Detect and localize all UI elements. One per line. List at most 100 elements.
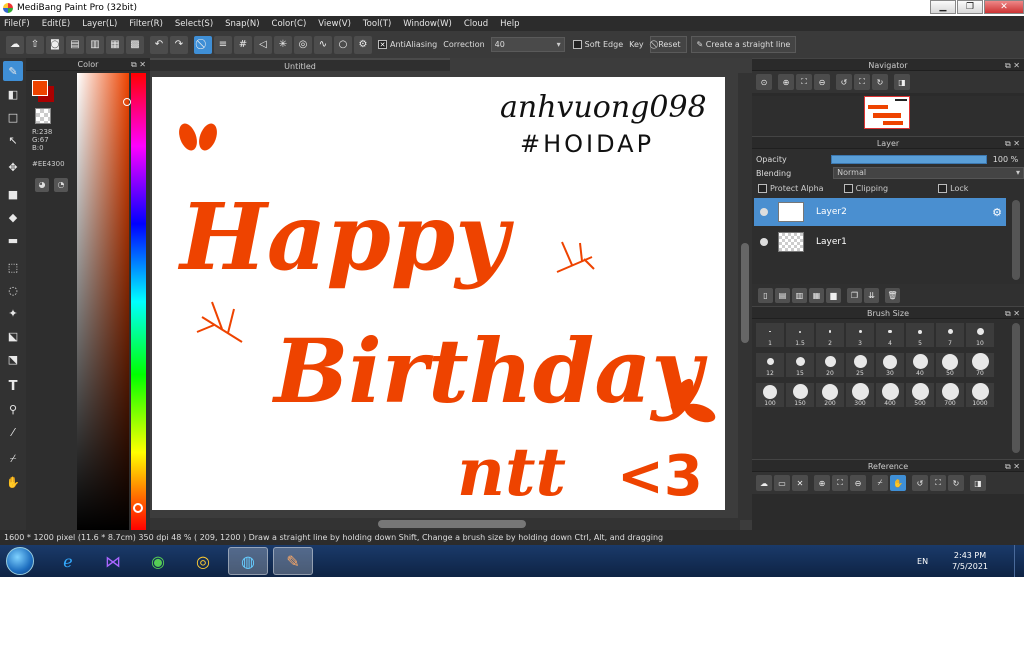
zoom-out-icon[interactable]: ⊖	[814, 74, 830, 90]
rotate-left-icon[interactable]: ↺	[836, 74, 852, 90]
maximize-button[interactable]: ❐	[957, 0, 983, 14]
menu-select[interactable]: Select(S)	[175, 19, 213, 29]
protect-alpha-option[interactable]: Protect Alpha	[758, 183, 824, 193]
brush-size-cell[interactable]: 5	[906, 323, 934, 347]
brush-size-cell[interactable]: 40	[906, 353, 934, 377]
reference-open-icon[interactable]: ▭	[774, 475, 790, 491]
undo-icon[interactable]: ↶	[150, 35, 168, 54]
menu-help[interactable]: Help	[500, 19, 519, 29]
menu-color[interactable]: Color(C)	[272, 19, 307, 29]
reference-hand-icon[interactable]: ✋	[890, 475, 906, 491]
lock-checkbox[interactable]	[938, 183, 948, 193]
select-eraser-tool-icon[interactable]: ⬔	[3, 349, 23, 369]
clock[interactable]: 2:43 PM 7/5/2021	[952, 550, 988, 572]
snap-parallel-icon[interactable]: ≡	[214, 35, 232, 54]
snap-vanish-icon[interactable]: ◁	[254, 35, 272, 54]
bucket-tool-icon[interactable]: ◆	[3, 207, 23, 227]
visibility-eye-icon[interactable]	[760, 208, 768, 216]
panel-float-close-icon[interactable]: ⧉ ✕	[131, 58, 146, 71]
zoom-in-icon[interactable]: ⊕	[778, 74, 794, 90]
new-1bit-layer-icon[interactable]: ▦	[809, 287, 824, 303]
menu-tool[interactable]: Tool(T)	[363, 19, 391, 29]
hue-slider[interactable]	[131, 73, 146, 530]
correction-select[interactable]: 40	[490, 37, 565, 52]
zoom-actual-icon[interactable]: ⊙	[756, 74, 772, 90]
brush-size-cell[interactable]: 7	[936, 323, 964, 347]
vscroll-thumb[interactable]	[741, 243, 749, 343]
reset-button[interactable]: ⃠ Reset	[649, 36, 687, 53]
navigator-float-close-icon[interactable]: ⧉ ✕	[1005, 59, 1020, 72]
brush-size-cell[interactable]: 100	[756, 383, 784, 407]
menu-layer[interactable]: Layer(L)	[82, 19, 117, 29]
brush-size-cell[interactable]: 15	[786, 353, 814, 377]
lasso-tool-icon[interactable]: ◌	[3, 280, 23, 300]
text-tool-icon[interactable]: T	[3, 376, 23, 396]
brush-size-cell[interactable]: 300	[846, 383, 874, 407]
brush-size-cell[interactable]: 25	[846, 353, 874, 377]
chrome-icon[interactable]: ◎	[183, 547, 223, 575]
start-button-icon[interactable]	[6, 547, 34, 575]
reference-zoom-in-icon[interactable]: ⊕	[814, 475, 830, 491]
brush-size-cell[interactable]: 150	[786, 383, 814, 407]
new-halftone-layer-icon[interactable]: ▤	[775, 287, 790, 303]
duplicate-layer-icon[interactable]: ❐	[847, 287, 862, 303]
reference-rotate-fit-icon[interactable]: ⛶	[930, 475, 946, 491]
input-language[interactable]: EN	[917, 557, 928, 566]
new-8bit-layer-icon[interactable]: ▥	[792, 287, 807, 303]
operation-tool-icon[interactable]: ⚲	[3, 399, 23, 419]
snap-curve-icon[interactable]: ∿	[314, 35, 332, 54]
reference-close-icon[interactable]: ✕	[792, 475, 808, 491]
navigator-thumbnail[interactable]	[864, 96, 910, 129]
minimize-button[interactable]: ▁	[930, 0, 956, 14]
hscroll-thumb[interactable]	[378, 520, 526, 528]
blending-select[interactable]: Normal	[833, 167, 1024, 179]
brush-size-cell[interactable]: 30	[876, 353, 904, 377]
brush-size-cell[interactable]: 70	[966, 353, 994, 377]
reference-float-close-icon[interactable]: ⧉ ✕	[1005, 460, 1020, 473]
brush-size-cell[interactable]: 500	[906, 383, 934, 407]
reference-cloud-icon[interactable]: ☁	[756, 475, 772, 491]
foreground-color-swatch[interactable]	[32, 80, 48, 96]
canvas-vertical-scrollbar[interactable]	[738, 73, 752, 520]
canvas-horizontal-scrollbar[interactable]	[150, 518, 740, 530]
document-tab[interactable]: Untitled	[150, 58, 450, 71]
brush-size-cell[interactable]: 1	[756, 323, 784, 347]
fit-screen-icon[interactable]: ⛶	[796, 74, 812, 90]
brush-size-cell[interactable]: 3	[846, 323, 874, 347]
clipping-option[interactable]: Clipping	[843, 183, 888, 193]
gradient-tool-icon[interactable]: ▬	[3, 230, 23, 250]
new-folder-icon[interactable]: ▆	[826, 287, 841, 303]
eyedropper-tool-icon[interactable]: ⌿	[3, 449, 23, 469]
reference-fit-icon[interactable]: ⛶	[832, 475, 848, 491]
layer-settings-gear-icon[interactable]: ⚙	[992, 206, 1002, 219]
grid-icon[interactable]: ▩	[126, 35, 144, 54]
merge-down-icon[interactable]: ⇊	[864, 287, 879, 303]
upload-icon[interactable]: ⇧	[26, 35, 44, 54]
visual-studio-icon[interactable]: ⋈	[93, 547, 133, 575]
protect-alpha-checkbox[interactable]	[758, 183, 767, 193]
brush-tool-icon[interactable]: ✎	[3, 61, 23, 81]
reference-flip-icon[interactable]: ◨	[970, 475, 986, 491]
layer-item[interactable]: Layer2 ⚙	[754, 198, 1006, 226]
snap-settings-icon[interactable]: ⚙	[354, 35, 372, 54]
color-history-icon[interactable]: ◔	[54, 178, 68, 192]
create-straight-line-button[interactable]: ✎ Create a straight line	[690, 36, 797, 53]
show-desktop-button[interactable]	[1014, 545, 1024, 577]
select-rect-tool-icon[interactable]: ⬚	[3, 257, 23, 277]
snap-off-icon[interactable]: ⃠	[194, 35, 212, 54]
new-layer-icon[interactable]: ▯	[758, 287, 773, 303]
layer-item[interactable]: Layer1	[754, 228, 1006, 256]
soft-edge-checkbox[interactable]	[572, 40, 582, 49]
fill-shape-tool-icon[interactable]: ■	[3, 184, 23, 204]
visibility-eye-icon[interactable]	[760, 238, 768, 246]
material-icon[interactable]: ▦	[106, 35, 124, 54]
brush-size-cell[interactable]: 1000	[966, 383, 994, 407]
opacity-slider[interactable]	[830, 154, 987, 164]
brush-size-cell[interactable]: 2	[816, 323, 844, 347]
flip-icon[interactable]: ◨	[894, 74, 910, 90]
menu-filter[interactable]: Filter(R)	[129, 19, 163, 29]
rotate-fit-icon[interactable]: ⛶	[854, 74, 870, 90]
brush-size-scrollbar[interactable]	[1012, 323, 1020, 453]
comment-icon[interactable]: ▤	[66, 35, 84, 54]
snap-radial-icon[interactable]: ✳	[274, 35, 292, 54]
